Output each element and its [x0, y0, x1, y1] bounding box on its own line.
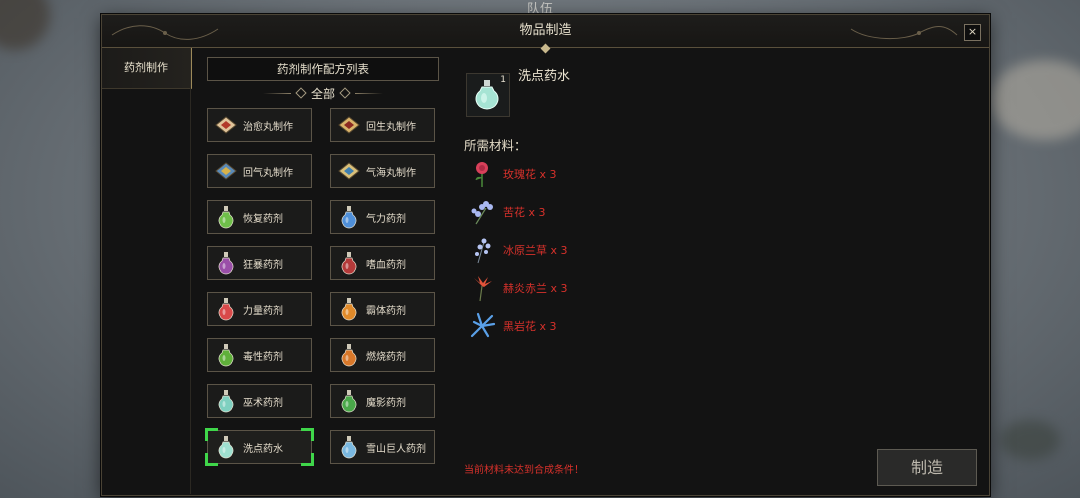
recipe-item[interactable]: 燃烧药剂: [330, 338, 435, 372]
filter-line-right: [355, 92, 383, 94]
recipe-item-label: 燃烧药剂: [366, 351, 406, 363]
recipe-item-label: 回生丸制作: [366, 121, 416, 133]
selection-corner-icon: [205, 428, 218, 441]
recipe-item-label: 雪山巨人药剂: [366, 443, 426, 455]
item-count: 1: [500, 75, 506, 85]
filter-diamond-right-icon: [339, 87, 351, 99]
recipe-item-label: 治愈丸制作: [243, 121, 293, 133]
material-label: 黑岩花 x 3: [503, 320, 557, 333]
recipe-item[interactable]: 毒性药剂: [207, 338, 312, 372]
recipe-item[interactable]: 治愈丸制作: [207, 108, 312, 142]
category-divider: [190, 48, 191, 494]
green-potion-icon: [211, 202, 241, 232]
recipe-item-label: 嗜血药剂: [366, 259, 406, 271]
recipe-item-label: 气海丸制作: [366, 167, 416, 179]
selected-item-slot[interactable]: 1: [466, 73, 510, 117]
selected-item-name: 洗点药水: [518, 69, 571, 84]
material-label: 冰原兰草 x 3: [503, 244, 568, 257]
ornament-right-icon: [850, 26, 958, 40]
recipe-item-label: 魔影药剂: [366, 397, 406, 409]
crimson-potion-icon: [334, 248, 364, 278]
rose-icon[interactable]: [467, 159, 497, 189]
material-item: 赫炎赤兰 x 3: [467, 273, 568, 303]
craft-button[interactable]: 制造: [877, 449, 977, 486]
filter-label: 全部: [310, 86, 335, 101]
recipe-item[interactable]: 霸体药剂: [330, 292, 435, 326]
blue-potion-icon: [334, 202, 364, 232]
recipe-item-label: 回气丸制作: [243, 167, 293, 179]
blackrock-flower-icon[interactable]: [467, 311, 497, 341]
recipe-item[interactable]: 巫术药剂: [207, 384, 312, 418]
material-label: 苦花 x 3: [503, 206, 546, 219]
purple-potion-icon: [211, 248, 241, 278]
recipe-item[interactable]: 恢复药剂: [207, 200, 312, 234]
recipe-item[interactable]: 气海丸制作: [330, 154, 435, 188]
recipe-item[interactable]: 雪山巨人药剂: [330, 430, 435, 464]
background-scenery-2: [1000, 420, 1060, 460]
recipe-item-label: 巫术药剂: [243, 397, 283, 409]
recipe-item[interactable]: 狂暴药剂: [207, 246, 312, 280]
tab-potion-crafting[interactable]: 药剂制作: [102, 48, 192, 89]
material-item: 黑岩花 x 3: [467, 311, 557, 341]
dialog-titlebar: 物品制造 ×: [102, 15, 989, 54]
material-label: 玫瑰花 x 3: [503, 168, 557, 181]
recipe-item[interactable]: 回生丸制作: [330, 108, 435, 142]
dialog-title: 物品制造: [519, 23, 572, 38]
recipe-item-label: 洗点药水: [243, 443, 283, 455]
selection-corner-icon: [301, 453, 314, 466]
ornament-left-icon: [111, 25, 219, 40]
recipe-item-label: 力量药剂: [243, 305, 283, 317]
blue-pill-icon: [334, 156, 364, 186]
recipe-item[interactable]: 魔影药剂: [330, 384, 435, 418]
giant-potion-icon: [334, 432, 364, 462]
ice-orchid-icon[interactable]: [467, 235, 497, 265]
recipe-item-label: 毒性药剂: [243, 351, 283, 363]
recipe-item-label: 狂暴药剂: [243, 259, 283, 271]
recipe-item[interactable]: 力量药剂: [207, 292, 312, 326]
warning-message: 当前材料未达到合成条件！: [464, 465, 584, 476]
recipe-item-label: 恢复药剂: [243, 213, 283, 225]
revive-pill-icon: [334, 110, 364, 140]
red-pill-icon: [211, 110, 241, 140]
recipe-list-header: 药剂制作配方列表: [207, 57, 439, 81]
selection-corner-icon: [301, 428, 314, 441]
bitter-flower-icon[interactable]: [467, 197, 497, 227]
witch-potion-icon: [211, 386, 241, 416]
orange-potion-icon: [334, 294, 364, 324]
filter-diamond-left-icon: [295, 87, 307, 99]
background-scenery: [990, 60, 1080, 140]
recipe-item[interactable]: 回气丸制作: [207, 154, 312, 188]
toxic-potion-icon: [211, 340, 241, 370]
recipe-item-label: 霸体药剂: [366, 305, 406, 317]
selection-corner-icon: [205, 453, 218, 466]
close-button[interactable]: ×: [964, 24, 981, 41]
crafting-dialog: 物品制造 × 药剂制作 药剂制作配方列表 全部 治愈丸制作 回生丸制作 回气丸制作气…: [101, 14, 990, 496]
red-potion-icon: [211, 294, 241, 324]
yellow-pill-icon: [211, 156, 241, 186]
filter-line-left: [262, 92, 291, 94]
recipe-item[interactable]: 嗜血药剂: [330, 246, 435, 280]
materials-title: 所需材料：: [464, 138, 527, 153]
material-item: 苦花 x 3: [467, 197, 546, 227]
shadow-potion-icon: [334, 386, 364, 416]
title-notch-icon: [540, 43, 550, 54]
recipe-filter[interactable]: 全部: [207, 85, 439, 101]
flame-orchid-icon[interactable]: [467, 273, 497, 303]
recipe-item[interactable]: 洗点药水: [205, 428, 314, 466]
material-label: 赫炎赤兰 x 3: [503, 282, 568, 295]
material-item: 玫瑰花 x 3: [467, 159, 557, 189]
fire-potion-icon: [334, 340, 364, 370]
recipe-item-label: 气力药剂: [366, 213, 406, 225]
material-item: 冰原兰草 x 3: [467, 235, 568, 265]
recipe-item[interactable]: 气力药剂: [330, 200, 435, 234]
